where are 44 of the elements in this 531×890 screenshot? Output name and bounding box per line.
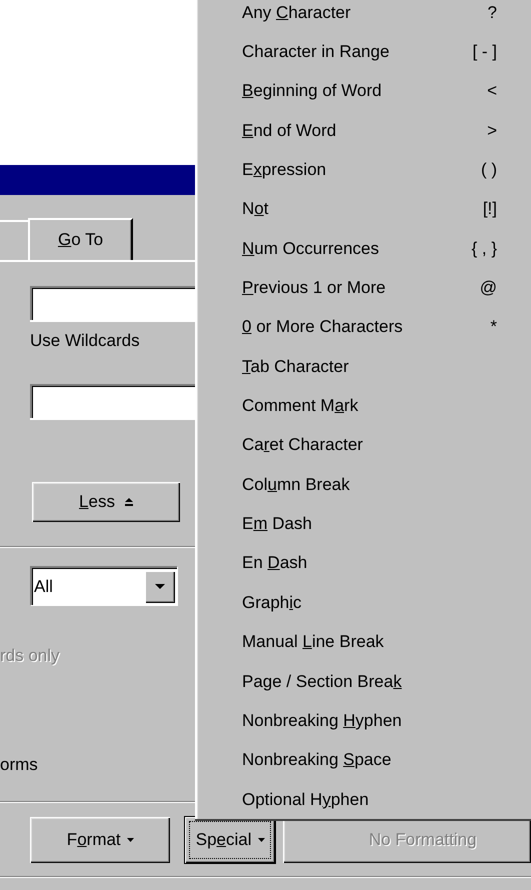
tab[interactable]: Go To: [28, 218, 133, 260]
menu-item[interactable]: Column Break: [197, 465, 531, 504]
menu-item[interactable]: 0 or More Characters *: [197, 308, 531, 348]
menu-item[interactable]: Graphic: [197, 583, 531, 622]
shortcut-label: @: [480, 278, 497, 298]
less-button[interactable]: Less: [32, 482, 180, 522]
menu-item[interactable]: Beginning of Word <: [197, 72, 531, 112]
wildcards-label: Use Wildcards: [30, 331, 141, 351]
menu-item[interactable]: Caret Character: [197, 426, 531, 466]
shortcut-label: *: [490, 317, 497, 338]
menu-item[interactable]: Nonbreaking Hyphen: [197, 701, 531, 741]
input-field[interactable]: [30, 286, 195, 320]
shortcut-label: ( ): [480, 160, 497, 180]
dropdown[interactable]: All: [30, 566, 177, 605]
menu-item[interactable]: End of Word >: [197, 111, 531, 150]
shortcut-label: ?: [488, 2, 497, 23]
menu-item[interactable]: Manual Line Break: [197, 622, 531, 662]
menu-item[interactable]: Comment Mark: [197, 386, 531, 426]
shortcut-label: >: [487, 120, 497, 141]
menu-item[interactable]: Expression ( ): [197, 150, 531, 190]
button[interactable]: Special: [185, 817, 275, 863]
caret-icon: [258, 838, 265, 842]
menu-item[interactable]: Tab Character: [197, 347, 531, 386]
menu-item[interactable]: Nonbreaking Space: [197, 740, 531, 780]
shortcut-label: [!]: [482, 199, 497, 220]
double-up-arrow-icon: [124, 498, 133, 506]
menu-item[interactable]: Previous 1 or More @: [197, 268, 531, 308]
menu-item[interactable]: Character in Range [ - ]: [197, 32, 531, 72]
shortcut-label: { , }: [471, 238, 497, 259]
menu-item[interactable]: Not [!]: [197, 190, 531, 230]
menu-item[interactable]: Any Character ?: [197, 0, 531, 32]
menu-item[interactable]: Num Occurrences { , }: [197, 229, 531, 268]
menu-item[interactable]: Optional Hyphen: [197, 780, 531, 820]
menu-item[interactable]: En Dash: [197, 544, 531, 584]
shortcut-label: [ - ]: [472, 42, 497, 62]
option-label: rds only: [0, 646, 61, 666]
shortcut-label: <: [487, 81, 497, 102]
button[interactable]: Format: [30, 817, 170, 863]
menu-item[interactable]: Em Dash: [197, 504, 531, 544]
caret-icon: [155, 584, 165, 589]
caret-icon: [126, 838, 134, 842]
input-field[interactable]: [30, 384, 195, 418]
option-label: orms: [0, 755, 39, 775]
menu-item[interactable]: Page / Section Break: [197, 662, 531, 702]
